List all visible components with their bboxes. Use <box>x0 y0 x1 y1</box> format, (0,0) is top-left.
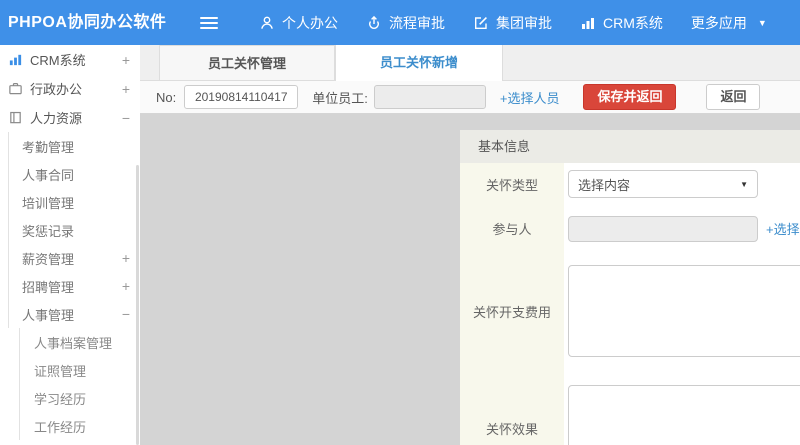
caret-down-icon: ▼ <box>740 179 748 189</box>
briefcase-icon <box>9 83 22 95</box>
sidebar-item-label: 工作经历 <box>34 419 87 435</box>
care-expense-label: 关怀开支费用 <box>460 252 564 371</box>
sidebar-item-hr-contract[interactable]: 人事合同 <box>8 160 140 188</box>
nav-item-label: CRM系统 <box>603 14 663 31</box>
sidebar-item-personnel-files[interactable]: 人事档案管理 <box>19 328 140 356</box>
nav-item-group-approval[interactable]: 集团审批 <box>467 0 558 45</box>
app-window: PHPOA协同办公软件 个人办公 流程审批 集团审批 CRM系统 更多应用 ▼ … <box>0 0 800 445</box>
sidebar-item-label: CRM系统 <box>30 53 86 68</box>
sidebar-item-crm[interactable]: CRM系统 + <box>0 45 140 74</box>
participants-input[interactable] <box>568 215 758 242</box>
nav-item-label: 集团审批 <box>496 14 552 31</box>
app-logo: PHPOA协同办公软件 <box>8 14 167 31</box>
tab-employee-care-management[interactable]: 员工关怀管理 <box>159 45 335 80</box>
sidebar-item-education-history[interactable]: 学习经历 <box>19 384 140 412</box>
select-value: 选择内容 <box>578 177 631 193</box>
sidebar-item-admin-office[interactable]: 行政办公 + <box>0 74 140 103</box>
upload-flow-icon <box>369 15 379 29</box>
unit-employee-label: 单位员工: <box>312 90 368 106</box>
select-person-link[interactable]: +选择人员 <box>766 219 800 238</box>
panel-title: 基本信息 <box>460 130 800 163</box>
expand-icon[interactable]: + <box>122 278 130 294</box>
hamburger-menu-icon[interactable] <box>200 14 220 31</box>
sidebar-item-recruiting[interactable]: 招聘管理 + <box>8 272 140 300</box>
nav-item-personal-office[interactable]: 个人办公 <box>253 0 344 45</box>
care-expense-textarea[interactable] <box>568 265 800 357</box>
sidebar-item-label: 招聘管理 <box>22 279 75 295</box>
form-row-care-type: 关怀类型 选择内容 ▼ <box>460 163 800 205</box>
sidebar-item-label: 考勤管理 <box>22 139 75 155</box>
tab-bar: 员工关怀管理 员工关怀新增 <box>140 45 800 81</box>
sidebar-item-work-history[interactable]: 工作经历 <box>19 412 140 440</box>
sidebar-item-label: 培训管理 <box>22 195 75 211</box>
edit-icon <box>475 16 487 29</box>
form-row-care-expense: 关怀开支费用 <box>460 252 800 371</box>
sidebar-item-attendance[interactable]: 考勤管理 <box>8 132 140 160</box>
sidebar-item-label: 人事档案管理 <box>34 335 113 351</box>
expand-icon[interactable]: + <box>122 250 130 266</box>
care-type-label: 关怀类型 <box>460 163 564 205</box>
top-navbar: PHPOA协同办公软件 个人办公 流程审批 集团审批 CRM系统 更多应用 ▼ <box>0 0 800 45</box>
expand-icon[interactable]: + <box>122 81 130 97</box>
tab-employee-care-new[interactable]: 员工关怀新增 <box>335 45 503 81</box>
basic-info-panel: 基本信息 关怀类型 选择内容 ▼ 参与人 +选择人员 关怀开支费用 <box>460 130 800 445</box>
form-row-care-effect: 关怀效果 <box>460 371 800 445</box>
sidebar-item-rewards[interactable]: 奖惩记录 <box>8 216 140 244</box>
sidebar-item-label: 人事管理 <box>22 307 75 323</box>
sidebar-item-salary[interactable]: 薪资管理 + <box>8 244 140 272</box>
sidebar-item-personnel-mgmt[interactable]: 人事管理 − <box>8 300 140 328</box>
caret-down-icon: ▼ <box>757 17 767 28</box>
sidebar-item-certificates[interactable]: 证照管理 <box>19 356 140 384</box>
bar-chart-icon <box>9 54 22 66</box>
sidebar-item-label: 学习经历 <box>34 391 87 407</box>
collapse-icon[interactable]: − <box>122 306 130 322</box>
content-area: 基本信息 关怀类型 选择内容 ▼ 参与人 +选择人员 关怀开支费用 <box>140 114 800 445</box>
participants-label: 参与人 <box>460 205 564 252</box>
nav-item-label: 流程审批 <box>389 14 445 31</box>
no-label: No: <box>156 89 177 105</box>
collapse-icon[interactable]: − <box>122 110 130 126</box>
form-row-participants: 参与人 +选择人员 <box>460 205 800 252</box>
back-button[interactable]: 返回 <box>706 84 761 110</box>
care-effect-label: 关怀效果 <box>460 371 564 445</box>
unit-employee-input[interactable] <box>373 85 486 109</box>
nav-item-workflow-approval[interactable]: 流程审批 <box>360 0 451 45</box>
care-type-select[interactable]: 选择内容 ▼ <box>568 170 758 198</box>
sidebar-item-label: 人力资源 <box>30 111 83 126</box>
nav-item-label: 更多应用 <box>690 14 747 31</box>
sidebar: CRM系统 + 行政办公 + 人力资源 − 考勤管理 人事合同 培训管理 奖惩记… <box>0 45 140 445</box>
sidebar-item-training[interactable]: 培训管理 <box>8 188 140 216</box>
user-icon <box>261 16 273 29</box>
bar-chart-icon <box>582 17 594 29</box>
sidebar-item-label: 人事合同 <box>22 167 75 183</box>
top-navigation: 个人办公 流程审批 集团审批 CRM系统 更多应用 ▼ <box>253 0 773 45</box>
nav-item-label: 个人办公 <box>282 14 338 31</box>
sidebar-item-label: 证照管理 <box>34 363 87 379</box>
select-person-link[interactable]: +选择人员 <box>500 88 560 107</box>
sidebar-item-hr[interactable]: 人力资源 − <box>0 103 140 132</box>
sidebar-item-label: 奖惩记录 <box>22 223 75 239</box>
expand-icon[interactable]: + <box>122 52 130 68</box>
save-and-return-button[interactable]: 保存并返回 <box>583 84 677 110</box>
sidebar-item-label: 薪资管理 <box>22 251 75 267</box>
nav-item-more-apps[interactable]: 更多应用 ▼ <box>685 0 773 45</box>
toolbar: No: 单位员工: +选择人员 保存并返回 返回 <box>140 81 800 114</box>
care-effect-textarea[interactable] <box>568 385 800 445</box>
sidebar-item-label: 行政办公 <box>30 82 83 97</box>
sidebar-scrollbar[interactable] <box>136 165 139 445</box>
no-input[interactable] <box>184 85 299 109</box>
nav-item-crm-system[interactable]: CRM系统 <box>574 0 669 45</box>
book-icon <box>10 111 21 124</box>
